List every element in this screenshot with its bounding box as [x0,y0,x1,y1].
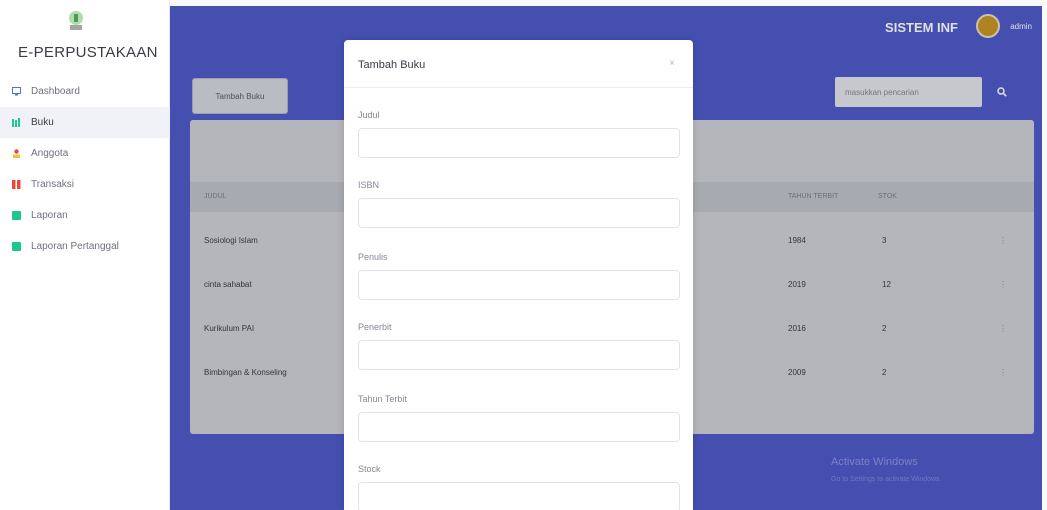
field-label-judul: Judul [358,110,380,120]
sidebar-item-label: Dashboard [31,86,80,97]
monitor-icon [12,87,21,96]
report-date-icon [12,242,21,251]
brand-name: E-PERPUSTAKAAN [18,44,158,61]
stock-input[interactable] [358,482,680,510]
penulis-input[interactable] [358,270,680,300]
sidebar-item-label: Laporan Pertanggal [31,241,119,252]
add-book-modal: Tambah Buku × Judul ISBN Penulis Penerbi… [344,40,693,510]
report-icon [12,211,21,220]
library-logo-icon [69,11,83,30]
sidebar-item-label: Transaksi [31,179,74,190]
field-label-penerbit: Penerbit [358,322,392,332]
penerbit-input[interactable] [358,340,680,370]
sidebar-item-label: Buku [31,117,54,128]
sidebar: E-PERPUSTAKAAN Dashboard Buku Anggota Tr… [0,0,170,510]
field-label-penulis: Penulis [358,252,388,262]
sidebar-item-laporan[interactable]: Laporan [0,200,170,231]
isbn-input[interactable] [358,198,680,228]
transaction-icon [12,180,21,189]
sidebar-item-dashboard[interactable]: Dashboard [0,76,170,107]
sidebar-item-transaksi[interactable]: Transaksi [0,169,170,200]
user-icon [12,149,21,158]
modal-header: Tambah Buku × [344,40,693,88]
sidebar-nav: Dashboard Buku Anggota Transaksi Laporan [0,76,170,262]
tahun-terbit-input[interactable] [358,412,680,442]
field-label-tahun-terbit: Tahun Terbit [358,394,407,404]
field-label-stock: Stock [358,464,381,474]
sidebar-item-laporan-pertanggal[interactable]: Laporan Pertanggal [0,231,170,262]
judul-input[interactable] [358,128,680,158]
close-icon[interactable]: × [669,58,675,69]
sidebar-item-label: Anggota [31,148,69,159]
sidebar-item-buku[interactable]: Buku [0,107,170,138]
books-icon [12,118,21,127]
modal-title: Tambah Buku [358,59,426,71]
field-label-isbn: ISBN [358,180,380,190]
sidebar-item-label: Laporan [31,210,68,221]
sidebar-item-anggota[interactable]: Anggota [0,138,170,169]
